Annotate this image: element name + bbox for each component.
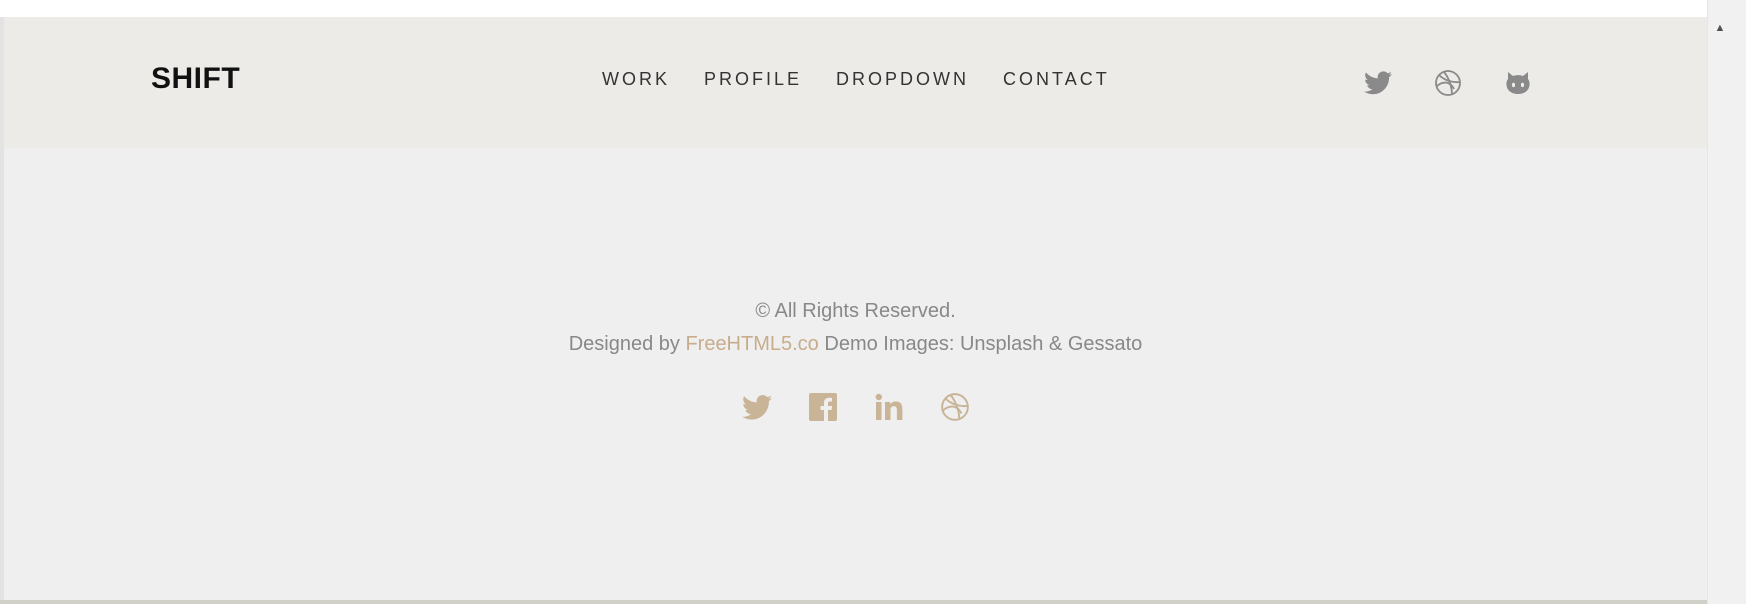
twitter-icon[interactable] bbox=[1362, 67, 1394, 99]
nav-social-links bbox=[1362, 67, 1534, 99]
vertical-scrollbar[interactable] bbox=[1707, 0, 1746, 604]
page: SHIFT WORK PROFILE DROPDOWN CONTACT © Al… bbox=[4, 17, 1707, 600]
scroll-up-arrow-icon[interactable]: ▲ bbox=[1712, 20, 1728, 36]
nav-item-work[interactable]: WORK bbox=[602, 69, 670, 90]
nav-item-contact[interactable]: CONTACT bbox=[1003, 69, 1110, 90]
top-strip bbox=[0, 0, 1707, 17]
dribbble-icon[interactable] bbox=[939, 391, 971, 423]
navbar: SHIFT WORK PROFILE DROPDOWN CONTACT bbox=[4, 17, 1707, 148]
dribbble-icon[interactable] bbox=[1432, 67, 1464, 99]
github-icon[interactable] bbox=[1502, 67, 1534, 99]
browser-viewport: SHIFT WORK PROFILE DROPDOWN CONTACT © Al… bbox=[0, 0, 1746, 604]
nav-item-dropdown[interactable]: DROPDOWN bbox=[836, 69, 969, 90]
credit-link[interactable]: FreeHTML5.co bbox=[685, 333, 818, 355]
demo-images-text: Demo Images: Unsplash & Gessato bbox=[824, 333, 1143, 355]
designed-by-label: Designed by bbox=[568, 333, 680, 355]
linkedin-icon[interactable] bbox=[873, 391, 905, 423]
footer-credits: © All Rights Reserved. Designed by FreeH… bbox=[4, 297, 1707, 358]
brand-logo[interactable]: SHIFT bbox=[151, 62, 240, 96]
footer-social-links bbox=[4, 391, 1707, 423]
copyright-text: © All Rights Reserved. bbox=[755, 300, 956, 322]
nav-item-profile[interactable]: PROFILE bbox=[704, 69, 802, 90]
credits-line: Designed by FreeHTML5.co Demo Images: Un… bbox=[4, 330, 1707, 358]
nav-menu: WORK PROFILE DROPDOWN CONTACT bbox=[602, 69, 1110, 90]
facebook-icon[interactable] bbox=[807, 391, 839, 423]
page-bottom-edge bbox=[0, 600, 1707, 604]
twitter-icon[interactable] bbox=[741, 391, 773, 423]
